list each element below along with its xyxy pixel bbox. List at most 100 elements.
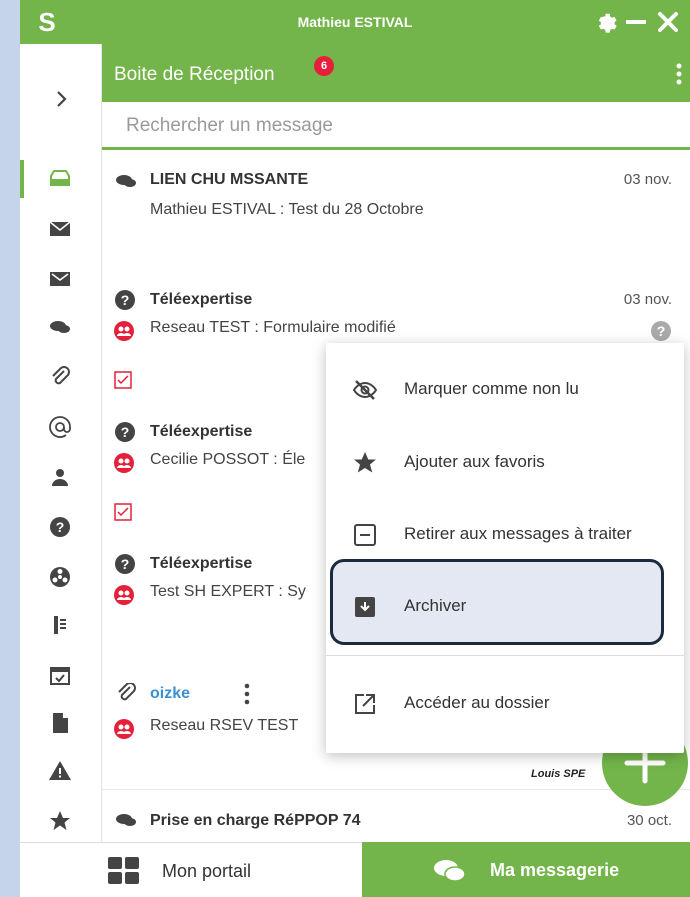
- tab-mon-portail[interactable]: Mon portail: [20, 842, 362, 897]
- menu-item-label: Archiver: [404, 596, 467, 615]
- inbox-header: Boite de Réception 6: [102, 44, 690, 102]
- active-indicator: [20, 160, 24, 198]
- context-menu: Marquer comme non lu Ajouter aux favoris…: [326, 343, 684, 753]
- tab-label: Ma messagerie: [490, 860, 620, 880]
- more-options-icon[interactable]: [244, 683, 250, 705]
- nav-documents[interactable]: [20, 698, 102, 748]
- message-subject: Mathieu ESTIVAL : Test du 28 Octobre: [150, 201, 424, 218]
- menu-item-label: Ajouter aux favoris: [404, 452, 545, 471]
- nav-attachments[interactable]: [20, 352, 102, 402]
- nav-contacts[interactable]: [20, 452, 102, 502]
- archive-icon: [355, 597, 375, 617]
- message-date: 03 nov.: [623, 171, 672, 188]
- nav-inbox[interactable]: [20, 154, 102, 204]
- nav-lab[interactable]: [20, 600, 102, 650]
- chat-icon: [434, 860, 466, 882]
- bottom-nav: Mon portail Ma messagerie: [20, 842, 690, 897]
- nav-radiation[interactable]: [20, 552, 102, 602]
- at-icon: [49, 416, 71, 438]
- message-subject: Test SH EXPERT : Sy: [150, 583, 306, 600]
- inbox-title: Boite de Réception: [114, 64, 275, 85]
- user-icon: [52, 469, 68, 486]
- message-title: Téléexpertise: [150, 291, 253, 308]
- nav-alerts[interactable]: [20, 746, 102, 796]
- svg-text:?: ?: [56, 519, 65, 535]
- help-icon: ?: [115, 422, 135, 442]
- help-icon: ?: [115, 554, 135, 574]
- star-icon: [354, 452, 376, 473]
- group-icon: [114, 453, 134, 473]
- warning-icon: [49, 761, 71, 780]
- svg-text:?: ?: [121, 424, 130, 440]
- chat-icon: [116, 814, 136, 826]
- message-title: Téléexpertise: [150, 555, 253, 572]
- envelope-open-icon: [50, 272, 70, 286]
- nav-favorites[interactable]: [20, 796, 102, 846]
- eye-slash-icon: [352, 380, 378, 400]
- menu-item-add-favorite[interactable]: Ajouter aux favoris: [326, 428, 684, 498]
- menu-item-label: Accéder au dossier: [404, 693, 550, 712]
- radiation-icon: [50, 567, 70, 587]
- svg-text:?: ?: [121, 292, 130, 308]
- message-title: oizke: [150, 685, 191, 702]
- menu-item-label: Marquer comme non lu: [404, 379, 579, 398]
- test-tube-icon: [54, 616, 66, 634]
- calendar-icon: [50, 667, 70, 685]
- tab-ma-messagerie[interactable]: Ma messagerie: [362, 842, 690, 897]
- paperclip-icon: [118, 683, 136, 701]
- title-bar: S Mathieu ESTIVAL: [20, 0, 690, 44]
- more-options-icon[interactable]: [676, 62, 682, 86]
- nav-mail[interactable]: [20, 204, 102, 254]
- app-window: S Mathieu ESTIVAL ? Boite de Réception 6…: [20, 0, 690, 897]
- menu-item-mark-unread[interactable]: Marquer comme non lu: [326, 355, 684, 425]
- gear-icon[interactable]: [594, 10, 618, 34]
- message-subject: Reseau RSEV TEST: [150, 717, 299, 734]
- search-bar: [102, 102, 690, 150]
- close-icon[interactable]: [656, 10, 680, 34]
- help-icon: ?: [115, 290, 135, 310]
- group-icon: [114, 719, 134, 739]
- message-subject: Reseau TEST : Formulaire modifié: [150, 319, 396, 336]
- svg-text:?: ?: [657, 323, 666, 339]
- inbox-icon: [50, 170, 70, 186]
- help-icon: ?: [50, 517, 70, 537]
- unread-badge: 6: [314, 56, 334, 76]
- star-icon: [50, 811, 70, 830]
- group-icon: [114, 585, 134, 605]
- document-icon: [53, 713, 68, 733]
- left-nav: ?: [20, 44, 102, 842]
- menu-item-archive[interactable]: Archiver: [326, 572, 684, 642]
- tab-label: Mon portail: [162, 861, 252, 881]
- svg-text:?: ?: [121, 556, 130, 572]
- message-date: 03 nov.: [623, 291, 672, 308]
- grid-icon: [108, 857, 139, 884]
- sender-signature: Louis SPE: [531, 768, 586, 780]
- paperclip-icon: [52, 366, 70, 385]
- chat-icon: [50, 321, 70, 333]
- message-subject: Cecilie POSSOT : Éle: [150, 451, 306, 468]
- checkbox-icon[interactable]: [114, 371, 132, 389]
- search-input[interactable]: [126, 112, 666, 140]
- nav-help[interactable]: ?: [20, 502, 102, 552]
- minimize-icon[interactable]: [624, 10, 648, 34]
- external-link-icon: [355, 694, 375, 714]
- chat-icon: [116, 175, 136, 187]
- checkbox-icon[interactable]: [114, 503, 132, 521]
- nav-chat[interactable]: [20, 302, 102, 352]
- nav-email[interactable]: [20, 402, 102, 452]
- menu-divider: [326, 655, 684, 656]
- message-date: 30 oct.: [626, 812, 672, 829]
- nav-calendar[interactable]: [20, 650, 102, 700]
- message-title: Téléexpertise: [150, 423, 253, 440]
- help-circle-icon: ?: [651, 321, 671, 341]
- nav-mail-open[interactable]: [20, 254, 102, 304]
- minus-square-icon: [354, 524, 376, 546]
- message-title: LIEN CHU MSSANTE: [150, 171, 309, 188]
- envelope-icon: [49, 221, 71, 236]
- menu-item-label: Retirer aux messages à traiter: [404, 524, 632, 543]
- chevron-right-icon[interactable]: [48, 86, 74, 112]
- group-icon: [114, 321, 134, 341]
- window-title: Mathieu ESTIVAL: [297, 14, 413, 30]
- menu-item-open-folder[interactable]: Accéder au dossier: [326, 669, 684, 739]
- message-item[interactable]: LIEN CHU MSSANTE 03 nov. Mathieu ESTIVAL…: [102, 153, 690, 271]
